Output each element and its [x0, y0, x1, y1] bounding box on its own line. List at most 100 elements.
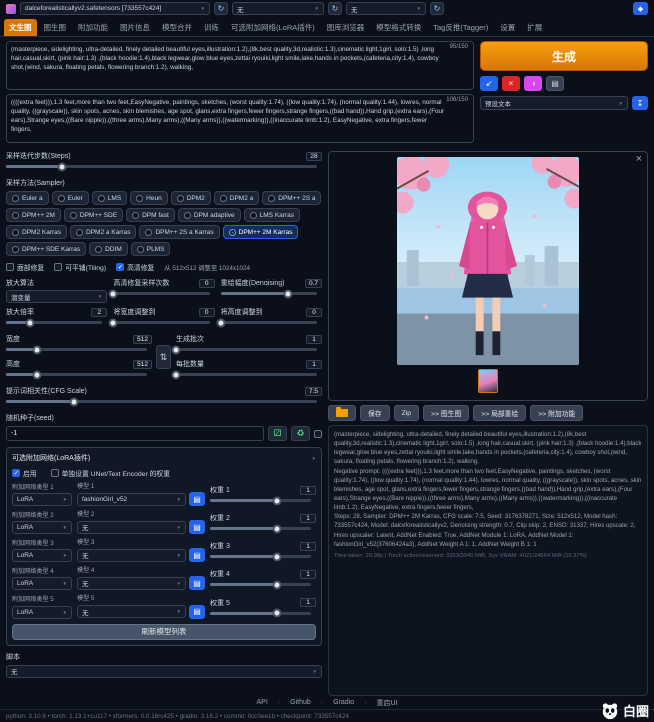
- tab[interactable]: 训练: [199, 19, 224, 36]
- addnet-enable-checkbox[interactable]: 启用: [12, 468, 37, 478]
- addnet-weight-slider[interactable]: 权重 21: [210, 513, 316, 534]
- addnet-model-dropdown[interactable]: 无▼: [77, 577, 186, 590]
- denoising-slider[interactable]: 重绘幅度(Denoising)0.7: [221, 278, 322, 303]
- refresh-models-button[interactable]: 刷新模型列表: [12, 624, 316, 640]
- swap-dimensions-button[interactable]: ⇅: [156, 345, 171, 369]
- slider-track[interactable]: [113, 321, 209, 324]
- addnet-weight-value[interactable]: 1: [300, 598, 316, 607]
- slider-thumb[interactable]: [26, 318, 35, 327]
- slider-track[interactable]: [221, 321, 317, 324]
- cfg-slider[interactable]: 提示词相关性(CFG Scale)7.5: [6, 386, 322, 407]
- sampler-option[interactable]: Euler a: [6, 191, 49, 205]
- denoising-value[interactable]: 0.7: [305, 279, 322, 288]
- sampler-option[interactable]: DPM++ 2M: [6, 208, 61, 222]
- checkpoint-dropdown[interactable]: dalceforealisticallyv2.safetensors [7335…: [20, 2, 210, 15]
- send-to-img2img-button[interactable]: >> 图生图: [423, 405, 469, 421]
- restore-params-button[interactable]: ↙: [480, 76, 498, 91]
- seed-input[interactable]: -1: [6, 426, 264, 441]
- slider-thumb[interactable]: [57, 162, 66, 171]
- sampler-option[interactable]: DPM++ 2S a Karras: [139, 225, 219, 239]
- sampler-option[interactable]: DPM2 a: [214, 191, 259, 205]
- addnet-type-dropdown[interactable]: LoRA▼: [12, 577, 72, 590]
- upscale-by-value[interactable]: 2: [91, 308, 107, 317]
- sampler-option[interactable]: DPM++ 2M Karras: [223, 225, 299, 239]
- slider-track[interactable]: [221, 292, 317, 295]
- batch-count-value[interactable]: 1: [306, 335, 322, 344]
- slider-track[interactable]: [176, 373, 317, 376]
- addnet-accordion-header[interactable]: 可选附加网络(LoRA插件) ▼: [12, 453, 316, 463]
- apply-style-button[interactable]: ▤: [546, 76, 564, 91]
- addnet-model-dropdown[interactable]: 无▼: [77, 605, 186, 618]
- zip-button[interactable]: Zip: [394, 405, 419, 421]
- tab[interactable]: 可选附加网络(LoRA插件): [226, 19, 320, 36]
- addnet-model-info-button[interactable]: ▤: [189, 520, 205, 534]
- hypernetwork-dropdown[interactable]: 无 ▼: [346, 2, 426, 15]
- slider-track[interactable]: [210, 527, 311, 530]
- sampler-option[interactable]: Euler: [52, 191, 89, 205]
- send-to-extras-button[interactable]: >> 附加功能: [530, 405, 583, 421]
- resize-height-value[interactable]: 0: [306, 308, 322, 317]
- addnet-model-dropdown[interactable]: 无▼: [77, 521, 186, 534]
- addnet-weight-slider[interactable]: 权重 41: [210, 569, 316, 590]
- sampler-option[interactable]: LMS: [92, 191, 127, 205]
- tab[interactable]: 图库浏览器: [322, 19, 370, 36]
- addnet-type-dropdown[interactable]: LoRA▼: [12, 549, 72, 562]
- save-style-button[interactable]: ↧: [632, 96, 648, 110]
- addnet-type-dropdown[interactable]: LoRA▼: [12, 606, 72, 619]
- slider-track[interactable]: [6, 165, 317, 168]
- negative-prompt-textarea[interactable]: ((((extra feet))),1.3 feet,more than two…: [6, 94, 474, 143]
- sampler-option[interactable]: Heun: [130, 191, 168, 205]
- batch-count-slider[interactable]: 生成批次1: [176, 334, 322, 355]
- sampler-option[interactable]: DPM++ SDE: [64, 208, 123, 222]
- sampler-option[interactable]: PLMS: [131, 242, 171, 256]
- slider-track[interactable]: [6, 400, 317, 403]
- styles-dropdown[interactable]: 预设文本 ▼: [480, 96, 628, 110]
- slider-thumb[interactable]: [172, 370, 181, 379]
- tab[interactable]: 附加功能: [73, 19, 113, 36]
- slider-track[interactable]: [113, 292, 209, 295]
- addnet-model-dropdown[interactable]: 无▼: [77, 549, 186, 562]
- random-seed-button[interactable]: ⚂: [268, 426, 287, 441]
- hires-steps-slider[interactable]: 高清修复采样次数0: [113, 278, 214, 303]
- upscaler-dropdown[interactable]: 潜变量▼: [6, 290, 107, 303]
- close-icon[interactable]: ×: [636, 153, 642, 165]
- tab[interactable]: 模型格式转换: [371, 19, 426, 36]
- sampler-option[interactable]: DPM++ SDE Karras: [6, 242, 86, 256]
- slider-track[interactable]: [210, 612, 311, 615]
- addnet-type-dropdown[interactable]: LoRA▼: [12, 493, 72, 506]
- slider-thumb[interactable]: [272, 524, 281, 533]
- addnet-weight-value[interactable]: 1: [300, 486, 316, 495]
- slider-track[interactable]: [210, 499, 311, 502]
- send-to-inpaint-button[interactable]: >> 局部重绘: [473, 405, 526, 421]
- slider-track[interactable]: [6, 348, 147, 351]
- addnet-weight-slider[interactable]: 权重 51: [210, 598, 316, 619]
- vae-dropdown[interactable]: 无 ▼: [232, 2, 324, 15]
- slider-thumb[interactable]: [216, 318, 225, 327]
- addnet-weight-value[interactable]: 1: [300, 514, 316, 523]
- generated-image[interactable]: [397, 157, 579, 365]
- tab[interactable]: 扩展: [522, 19, 547, 36]
- slider-thumb[interactable]: [284, 289, 293, 298]
- reuse-seed-button[interactable]: ♻: [291, 426, 310, 441]
- tab[interactable]: 文生图: [4, 19, 37, 36]
- addnet-model-dropdown[interactable]: fashionGirl_v52▼: [77, 493, 186, 506]
- sampler-option[interactable]: DPM adaptive: [178, 208, 241, 222]
- steps-value[interactable]: 28: [306, 152, 322, 161]
- addnet-model-info-button[interactable]: ▤: [189, 576, 205, 590]
- slider-track[interactable]: [6, 373, 147, 376]
- paintbrush-button[interactable]: ◆: [633, 2, 648, 15]
- footer-link[interactable]: Github: [268, 699, 311, 706]
- footer-link[interactable]: Gradio: [311, 699, 354, 706]
- tab[interactable]: 图生图: [39, 19, 72, 36]
- height-slider[interactable]: 高度512: [6, 359, 152, 380]
- batch-size-slider[interactable]: 每批数量1: [176, 359, 322, 380]
- batch-size-value[interactable]: 1: [306, 360, 322, 369]
- height-value[interactable]: 512: [133, 360, 152, 369]
- slider-thumb[interactable]: [172, 345, 181, 354]
- slider-thumb[interactable]: [272, 609, 281, 618]
- refresh-checkpoint-button[interactable]: ↻: [214, 2, 228, 15]
- sampler-option[interactable]: DPM++ 2S a: [262, 191, 321, 205]
- prompt-textarea[interactable]: (masterpiece, sidelighting, ultra-detail…: [6, 41, 474, 90]
- resize-width-value[interactable]: 0: [199, 308, 215, 317]
- slider-thumb[interactable]: [272, 552, 281, 561]
